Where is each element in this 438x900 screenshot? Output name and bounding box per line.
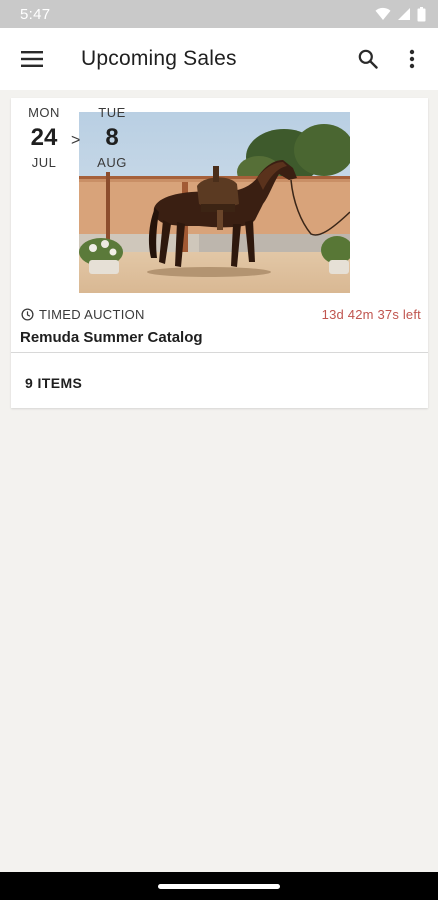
end-date: TUE 8 AUG (89, 104, 135, 172)
items-count[interactable]: 9 ITEMS (25, 375, 82, 391)
sale-name: Remuda Summer Catalog (20, 329, 203, 346)
time-left: 13d 42m 37s left (321, 306, 421, 322)
home-gesture-handle[interactable] (158, 884, 280, 889)
status-bar: 5:47 (0, 0, 438, 28)
status-icons (375, 6, 426, 22)
auction-info-row: TIMED AUCTION 13d 42m 37s left (21, 305, 421, 323)
cell-signal-icon (398, 8, 410, 20)
date-separator: > (71, 132, 81, 149)
status-time: 5:47 (20, 5, 51, 23)
wifi-icon (375, 7, 391, 20)
sale-date-range: MON 24 JUL > TUE 8 AUG (21, 104, 141, 174)
menu-icon (21, 51, 43, 67)
end-month: AUG (97, 155, 127, 170)
search-button[interactable] (344, 28, 392, 90)
battery-icon (417, 6, 426, 21)
end-day: 8 (105, 124, 119, 151)
sale-card[interactable]: MON 24 JUL > TUE 8 AUG TIMED AUCTION 13d… (11, 98, 428, 408)
start-date: MON 24 JUL (21, 104, 67, 172)
start-weekday: MON (28, 105, 60, 120)
start-month: JUL (31, 155, 57, 170)
menu-button[interactable] (0, 28, 64, 90)
card-divider (11, 352, 428, 353)
clock-icon (21, 307, 34, 321)
app-bar: Upcoming Sales (0, 28, 438, 90)
more-options-button[interactable] (392, 28, 432, 90)
end-weekday: TUE (98, 105, 126, 120)
system-nav-bar (0, 872, 438, 900)
search-icon (358, 49, 378, 69)
page-title: Upcoming Sales (81, 47, 237, 70)
more-vert-icon (409, 49, 415, 69)
auction-type: TIMED AUCTION (39, 306, 145, 322)
start-day: 24 (30, 124, 58, 151)
